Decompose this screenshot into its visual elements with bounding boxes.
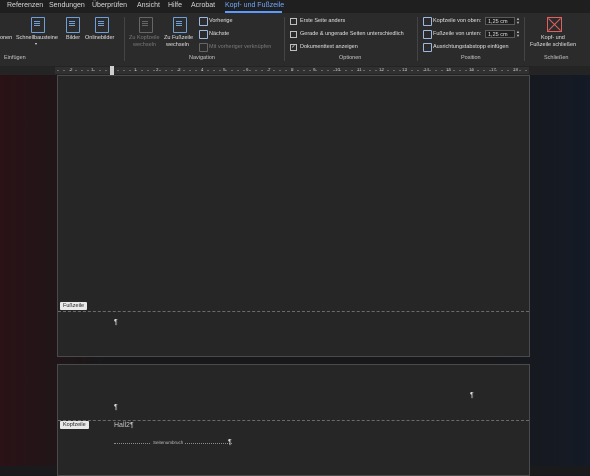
- ruler-number: 3: [178, 67, 181, 72]
- alignment-tab-icon: [423, 43, 432, 52]
- show-document-text-label[interactable]: Dokumenttext anzeigen: [300, 44, 358, 50]
- group-separator: [284, 17, 285, 61]
- different-odd-even-label[interactable]: Gerade & ungerade Seiten unterschiedlich: [300, 31, 404, 37]
- group-label-einfuegen: Einfügen: [4, 55, 26, 61]
- ruler-number: 8: [291, 67, 294, 72]
- document-canvas[interactable]: Fußzeile ¶ ¶ ¶ Kopfzeile Hall2¶ Seitenum…: [0, 75, 590, 476]
- ruler-number: 1: [91, 67, 94, 72]
- ruler-number: 2: [70, 67, 73, 72]
- picture-icon: [66, 17, 80, 33]
- group-separator: [524, 17, 525, 61]
- header-from-top-label: Kopfzeile von oben:: [433, 18, 482, 24]
- goto-footer-icon: [173, 17, 187, 33]
- body-text[interactable]: Hall2¶: [114, 422, 134, 429]
- next-icon: [199, 30, 208, 39]
- spinner-arrows-icon[interactable]: ▲ ▼: [516, 30, 520, 38]
- page-break-label: Seitenumbruch: [151, 440, 186, 445]
- footer-boundary-line: [58, 311, 529, 312]
- online-picture-icon: [95, 17, 109, 33]
- header-paragraph-mark[interactable]: ¶: [114, 404, 118, 411]
- tab-ansicht[interactable]: Ansicht: [137, 2, 160, 9]
- ruler-number: 1: [134, 67, 137, 72]
- ruler-number: 13: [402, 67, 408, 72]
- tab-ueberpruefen[interactable]: Überprüfen: [92, 2, 127, 9]
- goto-footer-button[interactable]: Zu Fußzeile: [164, 35, 193, 41]
- group-label-schliessen: Schließen: [544, 55, 569, 61]
- close-header-footer-icon: [547, 17, 562, 32]
- ruler-number: 6: [246, 67, 249, 72]
- spinner-arrows-icon[interactable]: ▲ ▼: [516, 17, 520, 25]
- goto-header-button-line2: wechseln: [133, 42, 156, 48]
- link-icon: [199, 43, 208, 52]
- chevron-down-icon[interactable]: ▾: [35, 41, 37, 46]
- previous-button[interactable]: Vorherige: [209, 18, 233, 24]
- group-separator: [417, 17, 418, 61]
- previous-icon: [199, 17, 208, 26]
- ruler-number: 4: [201, 67, 204, 72]
- group-separator: [124, 17, 125, 61]
- ruler-number: 9: [313, 67, 316, 72]
- goto-header-icon: [139, 17, 153, 33]
- footer-tag: Fußzeile: [60, 302, 88, 310]
- different-odd-even-checkbox[interactable]: [290, 31, 297, 38]
- header-boundary-line: [58, 420, 529, 421]
- tab-sendungen[interactable]: Sendungen: [49, 2, 85, 9]
- close-header-footer-button-line2: Fußzeile schließen: [530, 42, 577, 48]
- footer-position-icon: [423, 30, 432, 39]
- footer-paragraph-mark[interactable]: ¶: [114, 319, 118, 326]
- group-label-optionen: Optionen: [339, 55, 362, 61]
- goto-footer-button-line2: wechseln: [166, 42, 189, 48]
- group-label-navigation: Navigation: [189, 55, 215, 61]
- ruler-number: 18: [513, 67, 519, 72]
- ruler-number: 2: [156, 67, 159, 72]
- insert-alignment-tab-button[interactable]: Ausrichtungstabstopp einfügen: [433, 44, 509, 50]
- footer-from-bottom-input[interactable]: 1,25 cm: [485, 30, 515, 38]
- indent-marker[interactable]: [110, 66, 114, 75]
- ruler-number: 17: [491, 67, 497, 72]
- close-header-footer-button[interactable]: Kopf- und: [541, 35, 565, 41]
- goto-header-button[interactable]: Zu Kopfzeile: [129, 35, 160, 41]
- ruler-number: 12: [379, 67, 385, 72]
- tab-hilfe[interactable]: Hilfe: [168, 2, 182, 9]
- quickparts-icon: [31, 17, 45, 33]
- group-label-position: Position: [461, 55, 481, 61]
- pictures-button[interactable]: Bilder: [66, 35, 80, 41]
- show-document-text-checkbox[interactable]: ✓: [290, 44, 297, 51]
- horizontal-ruler[interactable]: 1 2 1 2 3 4 5 6 7 8 9 10 11 12 13 14 15 …: [0, 66, 590, 75]
- ruler-number: 16: [469, 67, 475, 72]
- tab-acrobat[interactable]: Acrobat: [191, 2, 215, 9]
- ruler-number: 5: [223, 67, 226, 72]
- footer-from-bottom-label: Fußzeile von unten:: [433, 31, 482, 37]
- link-previous-button[interactable]: Mit vorheriger verknüpfen: [209, 44, 271, 50]
- tab-referenzen[interactable]: Referenzen: [7, 2, 43, 9]
- next-button[interactable]: Nächste: [209, 31, 229, 37]
- online-pictures-button[interactable]: Onlinebilder: [85, 35, 114, 41]
- different-first-checkbox[interactable]: [290, 18, 297, 25]
- page-break-paragraph-mark[interactable]: ¶: [228, 439, 232, 446]
- ruler-number: 11: [357, 67, 362, 72]
- ruler-number: 7: [268, 67, 271, 72]
- header-position-icon: [423, 17, 432, 26]
- ruler-number: 14: [424, 67, 430, 72]
- page-1[interactable]: Fußzeile ¶: [57, 75, 530, 357]
- tab-kopf-und-fusszeile[interactable]: Kopf- und Fußzeile: [225, 2, 284, 9]
- menu-bar: Referenzen Sendungen Überprüfen Ansicht …: [0, 0, 590, 13]
- ruler-number: 15: [446, 67, 452, 72]
- header-right-paragraph-mark[interactable]: ¶: [470, 392, 474, 399]
- ribbon-partial-button-label[interactable]: onen: [0, 35, 12, 41]
- header-from-top-input[interactable]: 1,25 cm: [485, 17, 515, 25]
- ruler-number: 10: [335, 67, 341, 72]
- ribbon: onen Schnellbausteine ▾ Bilder Onlinebil…: [0, 13, 590, 67]
- different-first-label[interactable]: Erste Seite anders: [300, 18, 345, 24]
- page-2[interactable]: ¶ ¶ Kopfzeile Hall2¶ Seitenumbruch ¶: [57, 364, 530, 476]
- header-tag: Kopfzeile: [60, 421, 89, 429]
